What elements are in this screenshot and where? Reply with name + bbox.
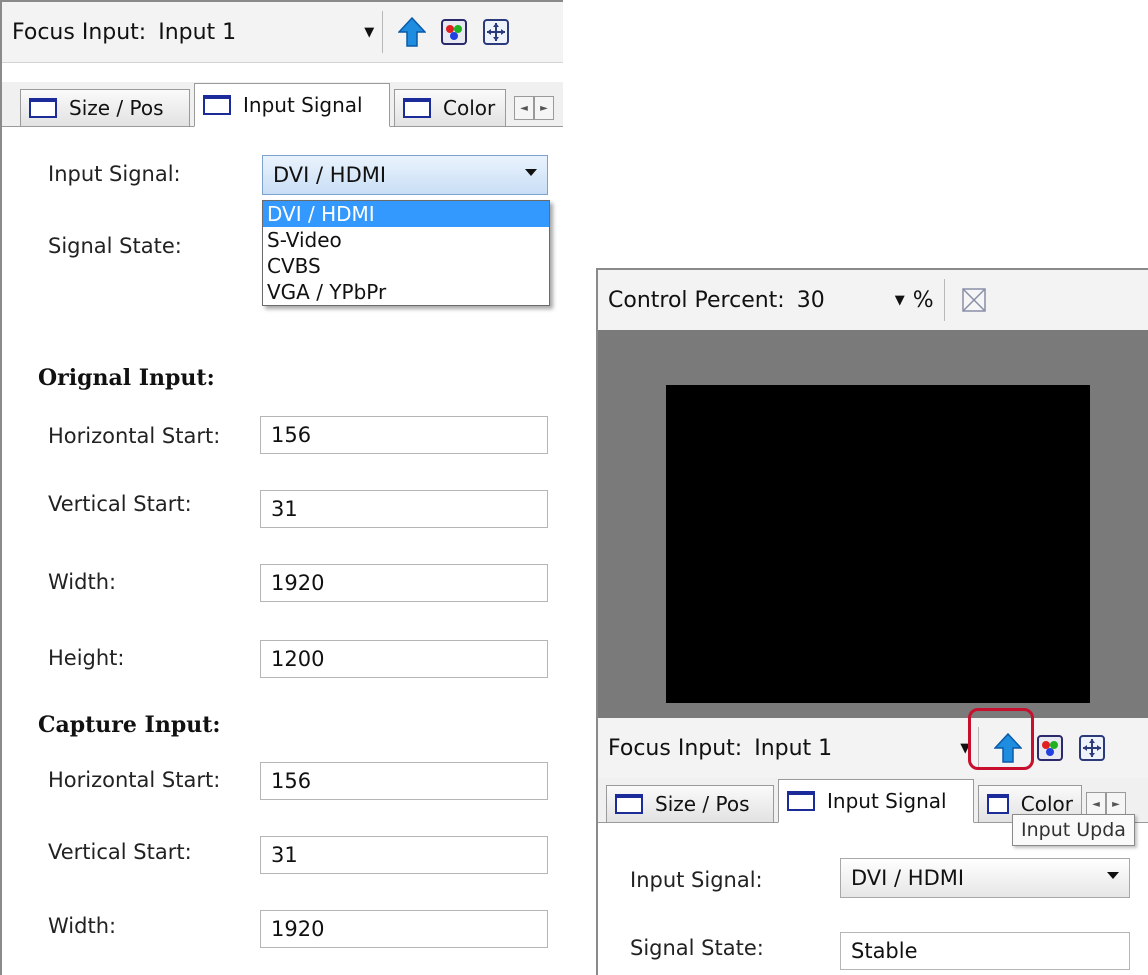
chevron-down-icon — [1107, 872, 1119, 879]
preview-screen[interactable] — [666, 385, 1090, 703]
input-update-button[interactable] — [397, 17, 427, 47]
window-icon — [987, 794, 1009, 814]
move-icon — [1079, 735, 1106, 761]
window-icon — [787, 791, 815, 811]
window-icon — [203, 95, 231, 115]
window-icon — [29, 98, 57, 118]
toolbar-separator — [382, 11, 384, 53]
right-panel: Control Percent: 30 ▼ % Focus Input: Inp… — [596, 268, 1148, 975]
percent-unit: % — [912, 287, 934, 313]
orig-vertical-start-label: Vertical Start: — [48, 492, 192, 516]
fit-button[interactable] — [959, 285, 989, 315]
tab-scroll-left-icon[interactable]: ◄ — [1086, 792, 1106, 816]
orig-height-field[interactable]: 1200 — [260, 640, 548, 678]
original-input-title: Orignal Input: — [38, 365, 215, 391]
left-panel: Focus Input: Input 1 ▼ Size / Pos Input … — [0, 0, 563, 975]
focus-input-value: Input 1 — [158, 19, 237, 45]
cap-width-field[interactable]: 1920 — [260, 910, 548, 948]
cap-vertical-start-label: Vertical Start: — [48, 840, 192, 864]
chevron-down-icon — [525, 169, 537, 176]
chevron-down-icon: ▼ — [894, 292, 905, 308]
tab-label: Input Signal — [243, 93, 363, 117]
control-percent-select[interactable]: 30 ▼ — [797, 288, 911, 313]
color-palette-icon — [1037, 735, 1064, 761]
input-signal-label: Input Signal: — [48, 162, 181, 186]
dropdown-option-s-video[interactable]: S-Video — [263, 227, 549, 253]
cap-horizontal-start-field[interactable]: 156 — [260, 762, 548, 800]
tab-label: Size / Pos — [69, 96, 164, 120]
tab-scroll-buttons: ◄ ► — [1086, 792, 1126, 816]
focus-input-label: Focus Input: — [608, 735, 743, 761]
control-percent-toolbar: Control Percent: 30 ▼ % — [598, 270, 1148, 331]
input-signal-select[interactable]: DVI / HDMI — [840, 858, 1130, 898]
control-percent-label: Control Percent: — [608, 287, 785, 313]
signal-state-label: Signal State: — [48, 234, 182, 258]
move-icon — [483, 19, 510, 45]
tab-input-signal[interactable]: Input Signal — [194, 83, 390, 127]
focus-input-select[interactable]: Input 1 ▼ — [754, 736, 976, 761]
orig-vertical-start-field[interactable]: 31 — [260, 490, 548, 528]
window-icon — [403, 98, 431, 118]
tab-scroll-left-icon[interactable]: ◄ — [514, 96, 534, 120]
input-signal-label: Input Signal: — [630, 868, 763, 892]
focus-toolbar: Focus Input: Input 1 ▼ — [2, 2, 563, 63]
position-button[interactable] — [1077, 733, 1107, 763]
window-icon — [615, 794, 643, 814]
capture-input-title: Capture Input: — [38, 712, 221, 738]
tab-color[interactable]: Color — [394, 89, 506, 127]
orig-width-field[interactable]: 1920 — [260, 564, 548, 602]
tab-label: Size / Pos — [655, 792, 750, 816]
dropdown-option-cvbs[interactable]: CVBS — [263, 253, 549, 279]
position-button[interactable] — [481, 17, 511, 47]
tab-size-pos[interactable]: Size / Pos — [606, 785, 774, 823]
input-signal-dropdown-list: DVI / HDMI S-Video CVBS VGA / YPbPr — [262, 200, 550, 306]
tab-size-pos[interactable]: Size / Pos — [20, 89, 190, 127]
color-palette-icon — [441, 19, 468, 45]
control-percent-value: 30 — [796, 287, 825, 313]
tab-scroll-right-icon[interactable]: ► — [1106, 792, 1126, 816]
focus-input-value: Input 1 — [754, 735, 833, 761]
focus-toolbar: Focus Input: Input 1 ▼ — [598, 718, 1148, 779]
focus-input-label: Focus Input: — [12, 19, 147, 45]
cap-horizontal-start-label: Horizontal Start: — [48, 768, 221, 792]
orig-width-label: Width: — [48, 570, 117, 594]
orig-horizontal-start-label: Horizontal Start: — [48, 424, 221, 448]
cap-vertical-start-field[interactable]: 31 — [260, 836, 548, 874]
tab-scroll-right-icon[interactable]: ► — [534, 96, 554, 120]
tab-scroll-buttons: ◄ ► — [514, 96, 554, 120]
preview-area — [598, 330, 1148, 718]
tab-label: Input Signal — [827, 789, 947, 813]
cap-width-label: Width: — [48, 914, 117, 938]
tab-label: Color — [1020, 792, 1073, 816]
signal-state-label: Signal State: — [630, 936, 764, 960]
tab-strip: Size / Pos Input Signal Color ◄ ► — [2, 82, 563, 127]
up-arrow-icon — [398, 17, 427, 47]
toolbar-separator — [943, 279, 945, 321]
signal-state-field: Stable — [840, 932, 1130, 970]
input-signal-value: DVI / HDMI — [851, 866, 965, 890]
fit-window-icon — [961, 288, 986, 312]
orig-height-label: Height: — [48, 646, 125, 670]
input-signal-select[interactable]: DVI / HDMI — [262, 155, 548, 195]
color-button[interactable] — [1035, 733, 1065, 763]
dropdown-option-dvi-hdmi[interactable]: DVI / HDMI — [263, 201, 549, 227]
chevron-down-icon: ▼ — [364, 24, 375, 40]
orig-horizontal-start-field[interactable]: 156 — [260, 416, 548, 454]
input-update-tooltip: Input Upda — [1012, 814, 1135, 846]
focus-input-select[interactable]: Input 1 ▼ — [158, 20, 380, 45]
tab-label: Color — [443, 96, 496, 120]
tab-input-signal[interactable]: Input Signal — [778, 779, 974, 823]
color-button[interactable] — [439, 17, 469, 47]
dropdown-option-vga-ypbpr[interactable]: VGA / YPbPr — [263, 279, 549, 305]
input-signal-value: DVI / HDMI — [273, 163, 387, 187]
input-update-highlight — [968, 708, 1034, 770]
